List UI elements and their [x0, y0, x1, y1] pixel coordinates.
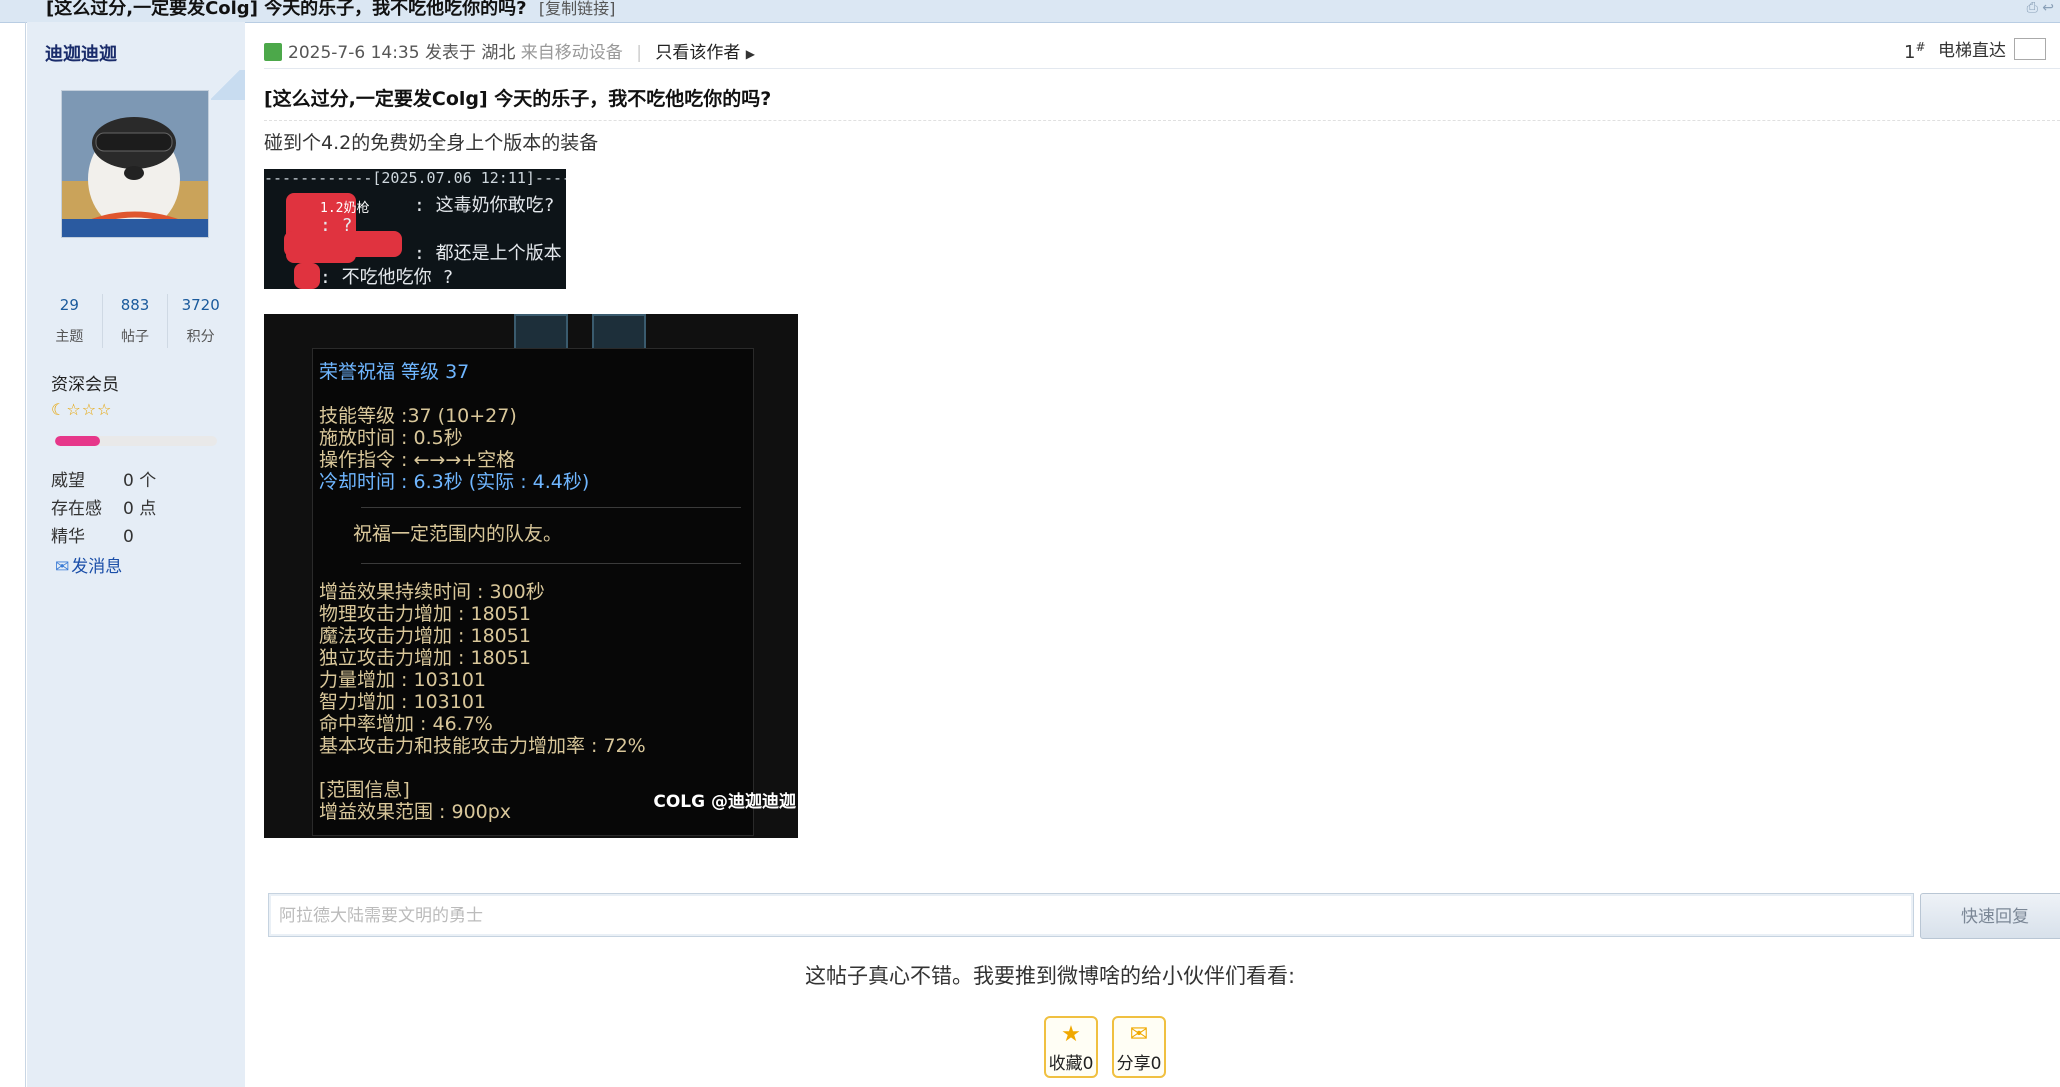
colg-watermark: COLG @迪迦迪迦 — [653, 792, 796, 812]
effect-line: 基本攻击力和技能攻击力增加率 : 72% — [319, 735, 646, 757]
rank-progress-fill — [55, 436, 101, 446]
rank-stars-icon: ☾☆☆☆ — [51, 400, 113, 419]
chat-screenshot[interactable]: ------------[2025.07.06 12:11]------ 1.2… — [264, 169, 566, 289]
post-date: 2025-7-6 14:35 — [288, 43, 420, 63]
stat-points[interactable]: 3720 积分 — [168, 294, 233, 348]
tooltip-divider — [361, 563, 741, 564]
from-device: 来自移动设备 — [520, 43, 623, 63]
copy-link[interactable]: [复制链接] — [539, 0, 616, 18]
favorite-button[interactable]: ★ 收藏0 — [1044, 1016, 1098, 1078]
stat-threads[interactable]: 29 主题 — [37, 294, 103, 348]
floor-number[interactable]: 1# — [1904, 40, 1926, 63]
only-author-link[interactable]: 只看该作者 — [655, 43, 740, 63]
range-line: 增益效果范围 : 900px — [319, 801, 512, 823]
chat-line: : ? — [320, 215, 353, 236]
print-icon[interactable]: ⎙ ↩ — [2027, 0, 2054, 16]
chat-line: : 不吃他吃你 ? — [320, 267, 454, 288]
elevator-input[interactable] — [2014, 38, 2046, 60]
gem-icon — [514, 314, 568, 350]
avatar[interactable] — [61, 90, 209, 238]
skill-title: 荣誉祝福 等级 37 — [319, 361, 470, 383]
post-status-icon — [264, 43, 282, 61]
title-divider — [264, 120, 2060, 121]
chat-user-tag: 1.2奶枪 — [320, 201, 370, 216]
redaction-mark-3 — [294, 263, 320, 289]
envelope-icon: ✉ — [1129, 1022, 1149, 1047]
info-essence: 精华 0 — [51, 527, 134, 547]
info-prestige: 威望 0 个 — [51, 471, 157, 491]
page-border — [25, 22, 26, 1087]
skill-description: 祝福一定范围内的队友。 — [353, 523, 563, 545]
thread-title-text: [这么过分,一定要发Colg] 今天的乐子，我不吃他吃你的吗? — [46, 0, 527, 19]
post-body-text: 碰到个4.2的免费奶全身上个版本的装备 — [264, 132, 599, 154]
share-prompt: 这帖子真心不错。我要推到微博啥的给小伙伴们看看: — [804, 964, 1296, 988]
author-sidebar: 迪迦迪迦 29 主题 883 帖子 3720 积分 资深会员 ☾☆☆☆ 威望 0… — [27, 22, 245, 1087]
info-presence: 存在感 0 点 — [51, 499, 157, 519]
online-corner-icon — [211, 70, 245, 100]
separator: | — [636, 43, 642, 63]
posted-in: 发表于 湖北 — [424, 43, 516, 63]
send-message-link[interactable]: ✉ 发消息 — [55, 552, 122, 577]
stat-posts[interactable]: 883 帖子 — [103, 294, 169, 348]
user-rank: 资深会员 — [51, 375, 119, 395]
elevator-label: 电梯直达 — [1938, 41, 2006, 61]
chat-line: : 都还是上个版本 — [414, 243, 562, 264]
quick-reply-button[interactable]: 快速回复 — [1920, 893, 2060, 939]
thread-title-bar: [这么过分,一定要发Colg] 今天的乐子，我不吃他吃你的吗? [复制链接] ⎙… — [0, 0, 2060, 23]
post-title: [这么过分,一定要发Colg] 今天的乐子，我不吃他吃你的吗? — [264, 88, 772, 110]
author-stats: 29 主题 883 帖子 3720 积分 — [37, 294, 233, 348]
skill-line: 冷却时间 : 6.3秒 (实际 : 4.4秒) — [319, 471, 590, 493]
skill-tooltip-panel: 荣誉祝福 等级 37 技能等级 :37 (10+27) 施放时间 : 0.5秒 … — [312, 348, 754, 836]
gem-icon — [592, 314, 646, 350]
chat-date-line: ------------[2025.07.06 12:11]------ — [264, 169, 566, 187]
star-icon: ★ — [1061, 1022, 1081, 1047]
chevron-right-icon: ▶ — [745, 47, 755, 61]
tooltip-divider — [361, 507, 741, 508]
mail-icon: ✉ — [55, 557, 70, 577]
author-name[interactable]: 迪迦迪迦 — [45, 40, 117, 66]
rank-progress-bar — [55, 436, 217, 446]
chat-line: : 这毒奶你敢吃? — [414, 195, 555, 216]
quick-reply-input[interactable]: 阿拉德大陆需要文明的勇士 — [268, 893, 1914, 937]
share-button[interactable]: ✉ 分享0 — [1112, 1016, 1166, 1078]
skill-screenshot[interactable]: 荣誉祝福 等级 37 技能等级 :37 (10+27) 施放时间 : 0.5秒 … — [264, 314, 798, 838]
post-meta: 2025-7-6 14:35 发表于 湖北 来自移动设备 | 只看该作者 ▶ — [264, 38, 755, 63]
header-divider — [264, 68, 2060, 69]
thread-title: [这么过分,一定要发Colg] 今天的乐子，我不吃他吃你的吗? [复制链接] — [46, 0, 615, 20]
